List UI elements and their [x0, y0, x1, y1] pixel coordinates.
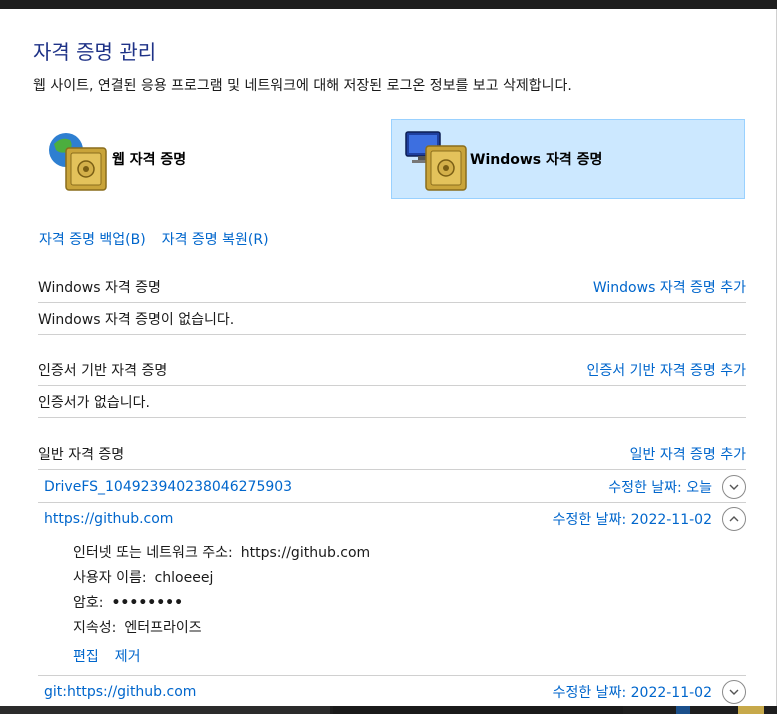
add-windows-credential-link[interactable]: Windows 자격 증명 추가: [593, 277, 746, 297]
modified-date: 2022-11-02: [630, 512, 712, 528]
chevron-down-icon[interactable]: [722, 474, 746, 499]
certificate-section-title: 인증서 기반 자격 증명: [38, 362, 168, 379]
detail-password: 암호: ••••••••: [73, 595, 184, 611]
windows-section-title: Windows 자격 증명: [38, 279, 161, 296]
web-credentials-tile[interactable]: 웹 자격 증명: [40, 119, 370, 199]
restore-credentials-link[interactable]: 자격 증명 복원(R): [162, 229, 269, 249]
backup-credentials-link[interactable]: 자격 증명 백업(B): [39, 229, 146, 249]
taskbar-edge: [0, 706, 777, 714]
window-top-edge: [0, 0, 777, 9]
add-certificate-credential-link[interactable]: 인증서 기반 자격 증명 추가: [587, 360, 746, 380]
add-generic-credential-link[interactable]: 일반 자격 증명 추가: [630, 444, 746, 464]
windows-credentials-tile[interactable]: Windows 자격 증명: [391, 119, 745, 199]
generic-credentials-section: 일반 자격 증명 일반 자격 증명 추가: [38, 438, 746, 470]
detail-persistence: 지속성: 엔터프라이즈: [73, 620, 202, 636]
chevron-down-icon[interactable]: [722, 680, 746, 704]
credential-row[interactable]: https://github.com 수정한 날짜: 2022-11-02: [38, 503, 746, 535]
credential-name[interactable]: DriveFS_104923940238046275903: [44, 479, 292, 495]
web-credentials-label: 웹 자격 증명: [112, 152, 187, 168]
windows-credentials-section: Windows 자격 증명 Windows 자격 증명 추가 Windows 자…: [38, 271, 746, 335]
modified-date: 오늘: [686, 479, 712, 496]
certificate-section-header: 인증서 기반 자격 증명 인증서 기반 자격 증명 추가: [38, 354, 746, 386]
credential-meta: 수정한 날짜: 오늘: [608, 474, 746, 499]
credential-meta: 수정한 날짜: 2022-11-02: [553, 680, 746, 704]
certificate-section-empty: 인증서가 없습니다.: [38, 386, 746, 418]
credential-name[interactable]: git:https://github.com: [44, 684, 196, 700]
credential-actions: 편집 제거: [73, 646, 141, 666]
modified-label: 수정한 날짜:: [552, 685, 627, 701]
windows-section-header: Windows 자격 증명 Windows 자격 증명 추가: [38, 271, 746, 303]
credential-row[interactable]: DriveFS_104923940238046275903 수정한 날짜: 오늘: [38, 471, 746, 503]
page-description: 웹 사이트, 연결된 응용 프로그램 및 네트워크에 대해 저장된 로그온 정보…: [33, 78, 572, 94]
windows-credentials-label: Windows 자격 증명: [470, 152, 603, 168]
certificate-credentials-section: 인증서 기반 자격 증명 인증서 기반 자격 증명 추가 인증서가 없습니다.: [38, 354, 746, 418]
chevron-up-icon[interactable]: [722, 507, 746, 531]
credential-meta: 수정한 날짜: 2022-11-02: [553, 507, 746, 531]
page-title: 자격 증명 관리: [33, 40, 157, 64]
modified-date: 2022-11-02: [630, 685, 712, 701]
generic-section-title: 일반 자격 증명: [38, 446, 125, 463]
backup-restore-links: 자격 증명 백업(B) 자격 증명 복원(R): [39, 229, 269, 249]
detail-address: 인터넷 또는 네트워크 주소: https://github.com: [73, 545, 371, 561]
globe-safe-icon: [44, 124, 112, 194]
modified-label: 수정한 날짜:: [552, 512, 627, 528]
modified-label: 수정한 날짜:: [608, 479, 682, 496]
edit-credential-link[interactable]: 편집: [73, 646, 99, 666]
detail-username: 사용자 이름: chloeeej: [73, 570, 214, 586]
remove-credential-link[interactable]: 제거: [115, 646, 141, 666]
generic-section-header: 일반 자격 증명 일반 자격 증명 추가: [38, 438, 746, 470]
credential-row[interactable]: git:https://github.com 수정한 날짜: 2022-11-0…: [38, 676, 746, 708]
monitor-safe-icon: [402, 124, 470, 194]
windows-section-empty: Windows 자격 증명이 없습니다.: [38, 303, 746, 335]
credential-name[interactable]: https://github.com: [44, 511, 173, 527]
